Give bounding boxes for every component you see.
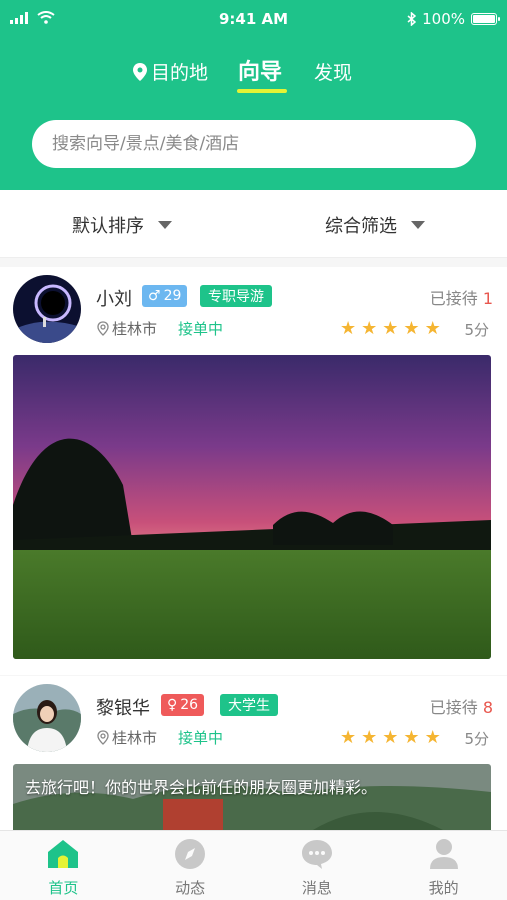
- order-status: 接单中: [178, 729, 224, 747]
- user-icon: [427, 837, 461, 871]
- order-status: 接单中: [178, 320, 224, 338]
- served-number: 8: [482, 698, 493, 717]
- nav-discover[interactable]: 发现: [314, 58, 352, 85]
- nav-destination-label: 目的地: [151, 62, 209, 84]
- star-icon: ★: [361, 318, 378, 339]
- star-icon: ★: [382, 318, 399, 339]
- guide-location: 桂林市: [97, 318, 157, 339]
- avatar[interactable]: [13, 684, 81, 752]
- chevron-down-icon: [411, 221, 425, 229]
- compass-icon: [173, 837, 207, 871]
- rating-stars: ★ ★ ★ ★ ★: [340, 318, 441, 339]
- nav-active-indicator: [237, 89, 287, 93]
- male-icon: ♂: [148, 288, 161, 304]
- filter-bar: 默认排序 综合筛选: [0, 190, 507, 258]
- guide-card[interactable]: 黎银华 ♀ 26 大学生 已接待 8 桂林市 接单中 ★ ★ ★ ★ ★ 5分 去旅行吧…: [0, 676, 507, 830]
- served-label: 已接待: [429, 289, 478, 308]
- location-pin-icon: [133, 62, 147, 81]
- search-input[interactable]: [32, 120, 476, 168]
- nav-guide[interactable]: 向导: [238, 54, 282, 86]
- tab-bar: 首页 动态 消息 我的: [0, 830, 507, 900]
- score: 5分: [464, 730, 489, 748]
- gender-age-badge: ♂ 29: [142, 285, 188, 307]
- score: 5分: [464, 321, 489, 339]
- chevron-down-icon: [158, 221, 172, 229]
- tab-messages[interactable]: 消息: [254, 831, 381, 900]
- guide-photo[interactable]: [13, 355, 491, 659]
- filter-dropdown[interactable]: 综合筛选: [325, 212, 425, 238]
- location-label: 桂林市: [112, 729, 158, 747]
- guide-name: 黎银华: [96, 698, 150, 719]
- served-count: 已接待 1: [430, 285, 493, 309]
- star-icon: ★: [382, 727, 399, 748]
- tab-mine-label: 我的: [428, 879, 459, 897]
- guide-card[interactable]: 小刘 ♂ 29 专职导游 已接待 1 桂林市 接单中 ★ ★ ★ ★ ★ 5分: [0, 267, 507, 675]
- home-icon: [46, 837, 80, 871]
- photo-caption: 去旅行吧！你的世界会比前任的朋友圈更加精彩。: [25, 778, 378, 797]
- battery-percent: 100%: [422, 10, 465, 28]
- status-right: 100%: [407, 10, 500, 28]
- bluetooth-icon: [407, 12, 417, 26]
- served-label: 已接待: [429, 698, 478, 717]
- star-icon: ★: [403, 318, 420, 339]
- star-icon: ★: [340, 318, 357, 339]
- star-icon: ★: [403, 727, 420, 748]
- tab-feed[interactable]: 动态: [127, 831, 254, 900]
- guide-tag: 专职导游: [200, 285, 272, 307]
- tab-home-label: 首页: [48, 879, 79, 897]
- served-count: 已接待 8: [430, 694, 493, 718]
- chat-bubble-icon: [300, 837, 334, 871]
- age: 29: [163, 288, 182, 304]
- location-label: 桂林市: [112, 320, 158, 338]
- gender-age-badge: ♀ 26: [161, 694, 205, 716]
- tab-messages-label: 消息: [301, 879, 332, 897]
- tab-mine[interactable]: 我的: [380, 831, 507, 900]
- star-icon: ★: [424, 727, 441, 748]
- guide-tag: 大学生: [220, 694, 278, 716]
- star-icon: ★: [340, 727, 357, 748]
- location-outline-icon: [97, 321, 109, 336]
- served-number: 1: [482, 289, 493, 308]
- top-nav: 目的地 向导 发现: [0, 52, 507, 93]
- nav-destination[interactable]: 目的地: [133, 58, 208, 85]
- female-icon: ♀: [167, 697, 178, 713]
- age: 26: [180, 697, 199, 713]
- sort-dropdown[interactable]: 默认排序: [72, 212, 172, 238]
- guide-location: 桂林市: [97, 727, 157, 748]
- header: 9:41 AM 100% 目的地 向导 发现: [0, 0, 507, 190]
- nav-guide-label: 向导: [238, 60, 283, 85]
- tab-home[interactable]: 首页: [0, 831, 127, 900]
- tab-feed-label: 动态: [175, 879, 206, 897]
- avatar[interactable]: [13, 275, 81, 343]
- guide-name: 小刘: [96, 289, 132, 310]
- nav-discover-label: 发现: [314, 62, 353, 84]
- filter-label: 综合筛选: [325, 216, 397, 237]
- star-icon: ★: [361, 727, 378, 748]
- guide-photo[interactable]: 去旅行吧！你的世界会比前任的朋友圈更加精彩。: [13, 764, 491, 830]
- location-outline-icon: [97, 730, 109, 745]
- status-bar: 9:41 AM 100%: [0, 0, 507, 38]
- battery-icon: [471, 13, 500, 25]
- star-icon: ★: [424, 318, 441, 339]
- sort-label: 默认排序: [72, 216, 144, 237]
- rating-stars: ★ ★ ★ ★ ★: [340, 727, 441, 748]
